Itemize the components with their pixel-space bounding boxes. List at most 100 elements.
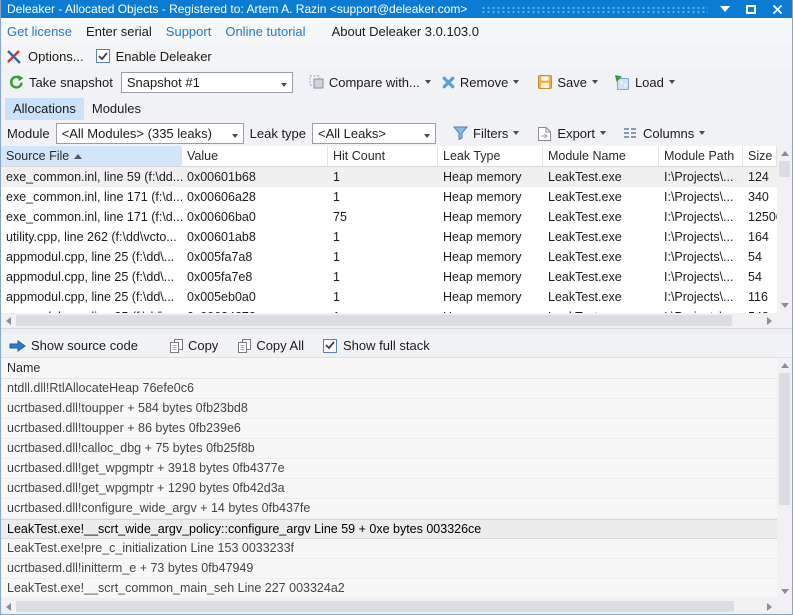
column-header-value[interactable]: Value [182,146,328,166]
cell-module-path: I:\Projects\... [659,210,743,224]
table-row[interactable]: appmodul.cpp, line 25 (f:\dd\... 0x005fa… [1,267,777,287]
leak-type-label: Leak type [250,126,306,141]
copy-button[interactable]: Copy [167,336,221,355]
scroll-up-icon[interactable] [777,358,792,373]
table-row[interactable]: appmodul.cpp, line 25 (f:\dd\... 0x005eb… [1,287,777,307]
cell-source-file: appmodul.cpp, line 25 (f:\dd\... [1,270,182,284]
take-snapshot-button[interactable]: Take snapshot [6,73,116,92]
table-row[interactable]: exe_common.inl, line 171 (f:\d... 0x0060… [1,207,777,227]
scroll-right-icon[interactable] [762,313,777,328]
scroll-down-icon[interactable] [777,298,792,313]
titlebar-grip[interactable] [481,5,708,13]
compare-with-button[interactable]: Compare with... [306,73,434,92]
window-menu-icon[interactable] [718,2,732,16]
remove-button[interactable]: Remove [439,73,522,92]
cell-module-name: LeakTest.exe [543,270,659,284]
refresh-icon [9,75,24,90]
snapshot-toolbar: Take snapshot Snapshot #1 Compare with..… [1,68,792,96]
cell-size: 12506 [743,210,777,224]
filters-button[interactable]: Filters [450,124,522,143]
cell-size: 116 [743,290,777,304]
table-row[interactable]: exe_common.inl, line 59 (f:\dd... 0x0060… [1,167,777,187]
cell-leak-type: Heap memory [438,310,543,313]
tab-allocations[interactable]: Allocations [5,98,84,120]
table-row[interactable]: appmodul.cpp, line 25 (f:\dd\... 0x005fa… [1,247,777,267]
table-row[interactable]: exe_common.inl, line 171 (f:\d... 0x0060… [1,187,777,207]
stack-frame[interactable]: ucrtbased.dll!initterm_e + 73 bytes 0fb4… [1,559,777,579]
cell-value: 0x00606a28 [182,190,328,204]
stack-vertical-scrollbar[interactable] [777,358,792,599]
scrollbar-thumb[interactable] [779,373,790,505]
close-icon[interactable] [770,2,784,16]
scroll-right-icon[interactable] [762,599,777,614]
compare-dropdown-icon [425,80,431,84]
copy-all-button[interactable]: Copy All [235,336,307,355]
export-dropdown-icon [600,131,606,135]
menu-get-license[interactable]: Get license [7,24,72,39]
column-header-leak-type[interactable]: Leak Type [438,146,543,166]
scroll-up-icon[interactable] [777,146,792,161]
stack-frame[interactable]: ucrtbased.dll!configure_wide_argv + 14 b… [1,499,777,519]
menu-support[interactable]: Support [166,24,212,39]
cell-size: 164 [743,230,777,244]
stack-frame[interactable]: LeakTest.exe!__scrt_common_main_seh Line… [1,579,777,599]
column-header-size[interactable]: Size [743,146,777,166]
column-header-hit-count[interactable]: Hit Count [328,146,438,166]
stack-frame[interactable]: ntdll.dll!RtlAllocateHeap 76efe0c6 [1,379,777,399]
leak-type-combobox[interactable]: <All Leaks> [312,123,436,144]
cell-source-file: exe_common.inl, line 171 (f:\d... [1,210,182,224]
compare-icon [309,75,324,89]
cell-leak-type: Heap memory [438,290,543,304]
show-full-stack-label: Show full stack [343,338,430,353]
table-row[interactable]: utility.cpp, line 262 (f:\dd\vcto... 0x0… [1,227,777,247]
cell-source-file: exe_common.inl, line 171 (f:\d... [1,190,182,204]
scroll-left-icon[interactable] [1,313,16,328]
scrollbar-thumb[interactable] [779,161,790,177]
stack-frame[interactable]: LeakTest.exe!pre_c_initialization Line 1… [1,539,777,559]
cell-size: 54 [743,250,777,264]
sort-ascending-icon [74,154,82,159]
table-vertical-scrollbar[interactable] [777,146,792,313]
tab-modules[interactable]: Modules [84,98,149,120]
scroll-left-icon[interactable] [1,599,16,614]
snapshot-combobox[interactable]: Snapshot #1 [121,72,293,93]
stack-column-header-name[interactable]: Name [1,358,777,379]
cell-module-name: LeakTest.exe [543,170,659,184]
export-button[interactable]: Export [534,124,609,143]
show-source-code-button[interactable]: Show source code [6,336,141,355]
stack-frame[interactable]: ucrtbased.dll!get_wpgmptr + 1290 bytes 0… [1,479,777,499]
table-row[interactable]: appmodul.cpp, line 25 (f:\dd\... 0x00624… [1,307,777,313]
cell-size: 54 [743,270,777,284]
module-dropdown-icon [227,126,243,141]
options-button[interactable]: Options... [28,49,84,64]
scroll-down-icon[interactable] [777,584,792,599]
stack-frame[interactable]: ucrtbased.dll!toupper + 584 bytes 0fb23b… [1,399,777,419]
scrollbar-thumb[interactable] [16,601,734,612]
stack-horizontal-scrollbar[interactable] [1,599,777,614]
columns-button[interactable]: Columns [621,124,708,143]
stack-frame[interactable]: ucrtbased.dll!get_wpgmptr + 3918 bytes 0… [1,459,777,479]
filter-row: Module <All Modules> (335 leaks) Leak ty… [1,120,792,146]
maximize-icon[interactable] [744,2,758,16]
show-full-stack-checkbox[interactable] [323,339,337,353]
table-horizontal-scrollbar[interactable] [1,313,777,328]
column-header-module-name[interactable]: Module Name [543,146,659,166]
combobox-dropdown-icon [276,75,292,90]
menu-enter-serial[interactable]: Enter serial [86,24,152,39]
filters-dropdown-icon [513,131,519,135]
stack-frame[interactable]: ucrtbased.dll!calloc_dbg + 75 bytes 0fb2… [1,439,777,459]
scrollbar-thumb[interactable] [16,315,732,326]
cell-hit-count: 1 [328,290,438,304]
column-header-module-path[interactable]: Module Path [659,146,743,166]
menu-about[interactable]: About Deleaker 3.0.103.0 [332,24,479,39]
stack-frame-selected[interactable]: LeakTest.exe!__scrt_wide_argv_policy::co… [1,519,777,539]
save-button[interactable]: Save [535,73,601,92]
module-combobox[interactable]: <All Modules> (335 leaks) [56,123,244,144]
load-button[interactable]: Load [612,73,678,92]
cell-value: 0x00601ab8 [182,230,328,244]
save-floppy-icon [538,75,552,89]
column-header-source-file[interactable]: Source File [1,146,182,166]
stack-frame[interactable]: ucrtbased.dll!toupper + 86 bytes 0fb239e… [1,419,777,439]
enable-deleaker-checkbox[interactable] [96,49,110,63]
menu-online-tutorial[interactable]: Online tutorial [225,24,305,39]
